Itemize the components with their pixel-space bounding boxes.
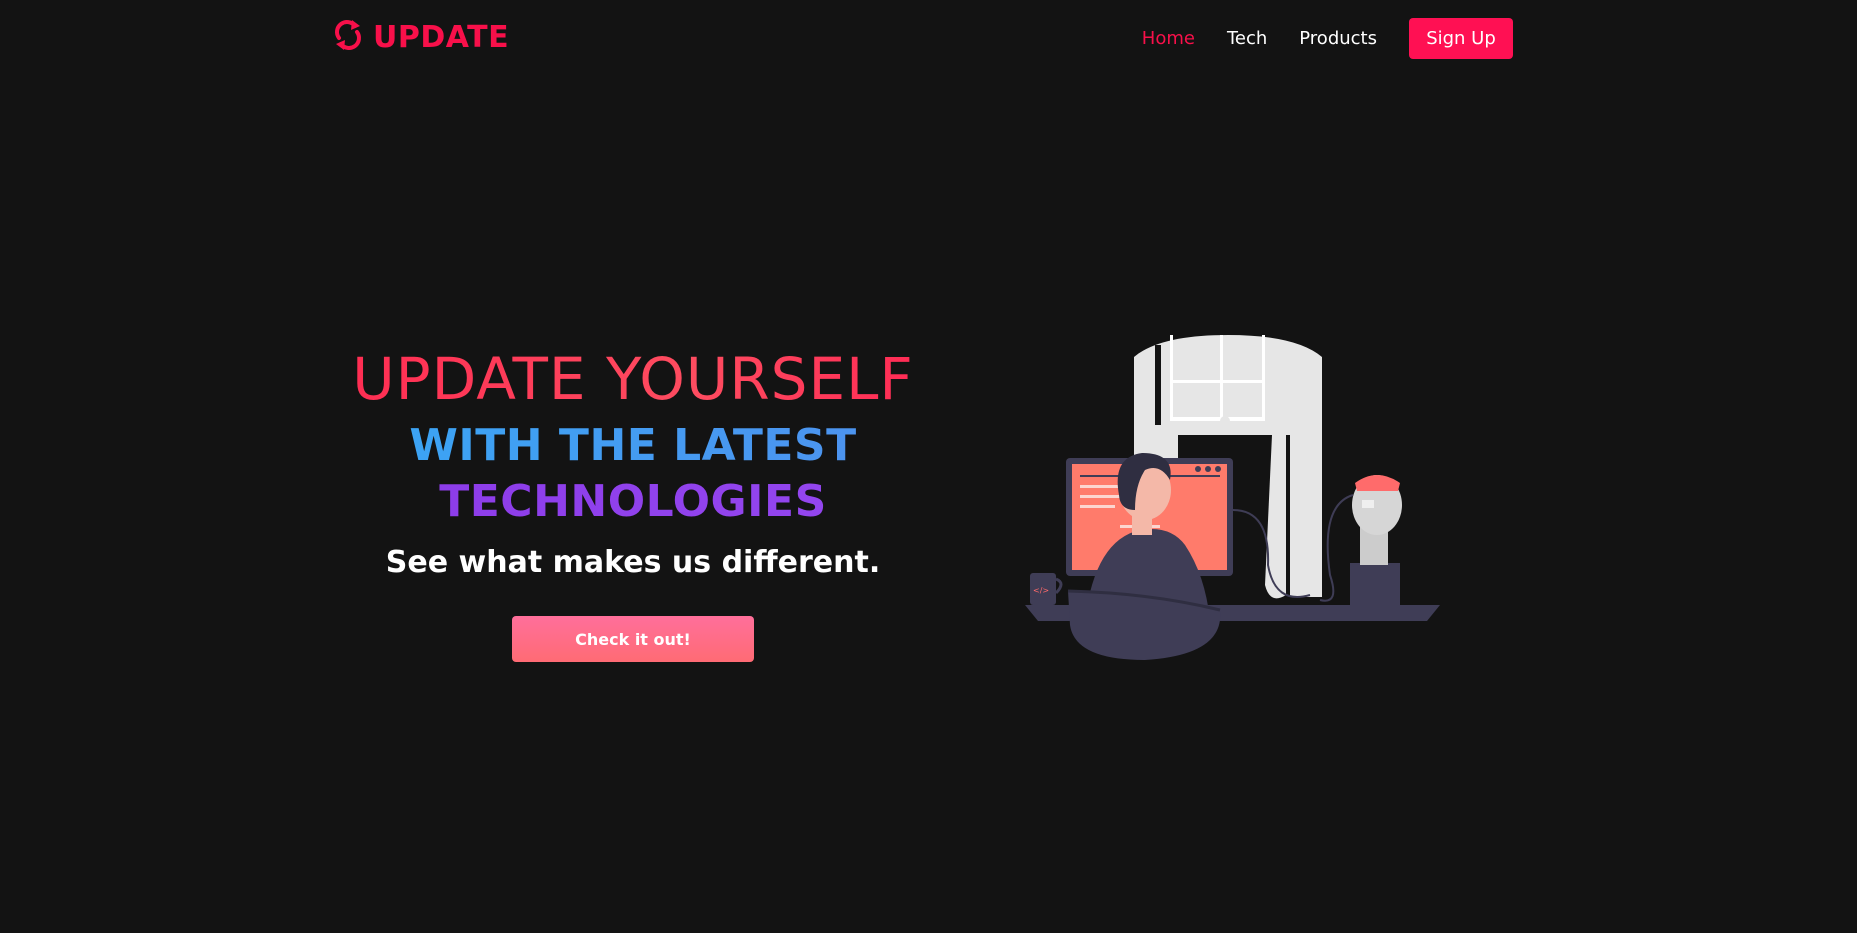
coffee-mug: </> bbox=[1030, 573, 1063, 605]
hero-section: UPDATE YOURSELF WITH THE LATEST TECHNOLO… bbox=[333, 340, 933, 662]
main-nav: Home Tech Products Sign Up bbox=[1110, 18, 1513, 59]
svg-text:</>: </> bbox=[1033, 586, 1049, 595]
hero-title: UPDATE YOURSELF bbox=[333, 340, 933, 418]
check-it-out-button[interactable]: Check it out! bbox=[512, 616, 754, 662]
signup-button[interactable]: Sign Up bbox=[1409, 18, 1513, 59]
nav-link-home[interactable]: Home bbox=[1142, 28, 1195, 49]
hero-subtitle: WITH THE LATEST TECHNOLOGIES bbox=[333, 418, 933, 530]
top-navbar: UPDATE Home Tech Products Sign Up bbox=[0, 0, 1857, 80]
brand-logo-link[interactable]: UPDATE bbox=[333, 18, 509, 56]
hero-subtitle-line2: TECHNOLOGIES bbox=[333, 474, 933, 530]
nav-link-products[interactable]: Products bbox=[1299, 28, 1377, 49]
sync-arrows-icon bbox=[333, 18, 363, 56]
nav-link-tech[interactable]: Tech bbox=[1227, 28, 1267, 49]
hero-illustration: </> bbox=[1020, 335, 1445, 665]
hero-subtitle-line1: WITH THE LATEST bbox=[333, 418, 933, 474]
brand-logo-text: UPDATE bbox=[373, 19, 510, 55]
hero-tagline: See what makes us different. bbox=[385, 545, 881, 580]
